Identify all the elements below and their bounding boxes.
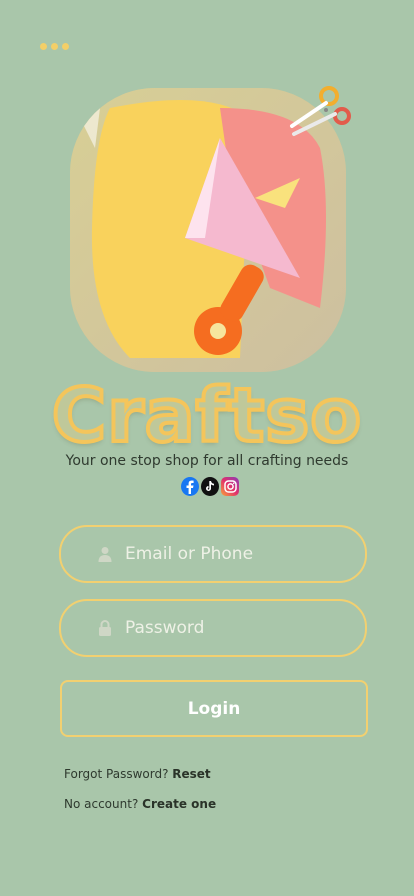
user-icon [97,546,113,562]
tiktok-icon[interactable] [201,477,219,496]
lock-icon [97,620,113,636]
forgot-password-row: Forgot Password? Reset [64,767,211,781]
forgot-password-text: Forgot Password? [64,767,169,781]
instagram-icon[interactable] [221,477,239,496]
app-logo: Craftso [50,371,363,461]
facebook-icon[interactable] [181,477,199,496]
create-account-row: No account? Create one [64,797,216,811]
password-input[interactable] [125,618,345,638]
email-field[interactable] [59,525,367,583]
more-icon[interactable] [40,43,69,50]
email-input[interactable] [125,544,345,564]
password-field[interactable] [59,599,367,657]
scissors-icon [290,86,351,136]
social-links [181,477,239,496]
tagline: Your one stop shop for all crafting need… [65,453,349,469]
reset-link[interactable]: Reset [172,767,210,781]
no-account-text: No account? [64,797,139,811]
create-account-link[interactable]: Create one [142,797,216,811]
login-button[interactable]: Login [60,680,368,737]
